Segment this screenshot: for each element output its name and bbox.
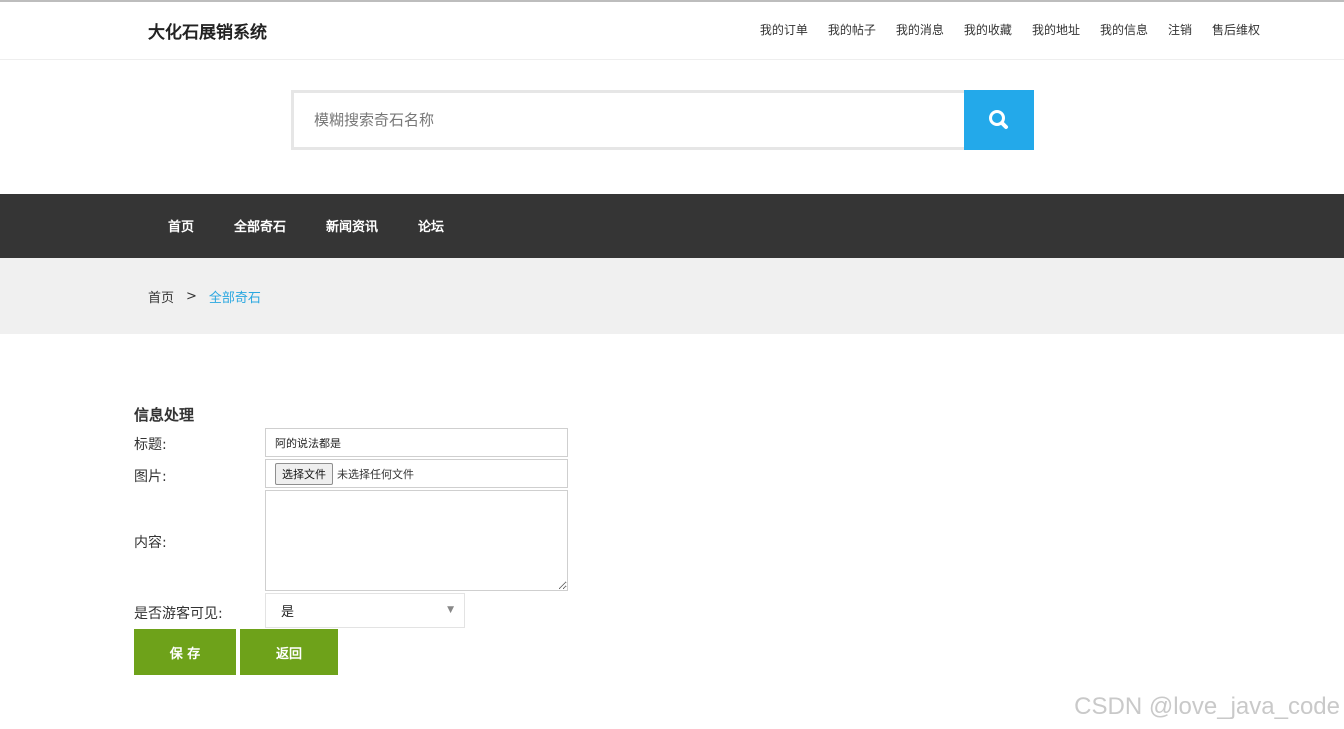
top-nav-logout[interactable]: 注销 — [1168, 21, 1192, 38]
search-input[interactable] — [291, 90, 964, 150]
breadcrumb-bar: 首页 > 全部奇石 — [0, 258, 1344, 334]
breadcrumb-home[interactable]: 首页 — [148, 287, 174, 306]
content-label: 内容: — [134, 535, 167, 551]
top-nav-my-favorites[interactable]: 我的收藏 — [964, 21, 1012, 38]
site-header: 大化石展销系统 我的订单 我的帖子 我的消息 我的收藏 我的地址 我的信息 注销… — [0, 2, 1344, 60]
title-input[interactable] — [265, 428, 568, 457]
image-file-input[interactable]: 选择文件 未选择任何文件 — [265, 459, 568, 488]
back-button[interactable]: 返回 — [240, 629, 338, 675]
main-nav-home[interactable]: 首页 — [168, 216, 194, 235]
save-button[interactable]: 保 存 — [134, 629, 236, 675]
search-icon — [989, 110, 1008, 129]
info-form: 信息处理 标题: 图片: 选择文件 未选择任何文件 内容: 是否游客可见: 是 … — [134, 404, 568, 675]
top-nav-my-orders[interactable]: 我的订单 — [760, 21, 808, 38]
visible-select[interactable]: 是 ▼ — [265, 593, 465, 628]
watermark: CSDN @love_java_code — [1074, 693, 1340, 720]
top-nav: 我的订单 我的帖子 我的消息 我的收藏 我的地址 我的信息 注销 售后维权 — [760, 21, 1260, 38]
breadcrumb-separator: > — [186, 289, 197, 304]
main-nav-news[interactable]: 新闻资讯 — [326, 216, 378, 235]
top-nav-after-sales[interactable]: 售后维权 — [1212, 21, 1260, 38]
breadcrumb-current: 全部奇石 — [208, 291, 261, 306]
search-bar — [291, 90, 1034, 150]
visible-select-value: 是 — [281, 605, 295, 620]
search-button[interactable] — [964, 90, 1034, 150]
content-textarea[interactable] — [265, 490, 568, 591]
title-label: 标题: — [134, 437, 167, 453]
breadcrumb: 首页 > 全部奇石 — [148, 287, 261, 306]
top-nav-my-messages[interactable]: 我的消息 — [896, 21, 944, 38]
top-nav-my-address[interactable]: 我的地址 — [1032, 21, 1080, 38]
visible-label: 是否游客可见: — [134, 606, 223, 622]
image-label: 图片: — [134, 469, 167, 485]
site-title: 大化石展销系统 — [148, 23, 267, 43]
main-nav: 首页 全部奇石 新闻资讯 论坛 — [0, 194, 1344, 258]
main-nav-all-stones[interactable]: 全部奇石 — [234, 216, 286, 235]
main-nav-forum[interactable]: 论坛 — [418, 216, 444, 235]
chevron-down-icon: ▼ — [447, 605, 454, 615]
file-status: 未选择任何文件 — [337, 467, 414, 481]
top-nav-my-posts[interactable]: 我的帖子 — [828, 21, 876, 38]
top-nav-my-info[interactable]: 我的信息 — [1100, 21, 1148, 38]
form-title: 信息处理 — [134, 406, 195, 424]
choose-file-button[interactable]: 选择文件 — [275, 462, 333, 485]
